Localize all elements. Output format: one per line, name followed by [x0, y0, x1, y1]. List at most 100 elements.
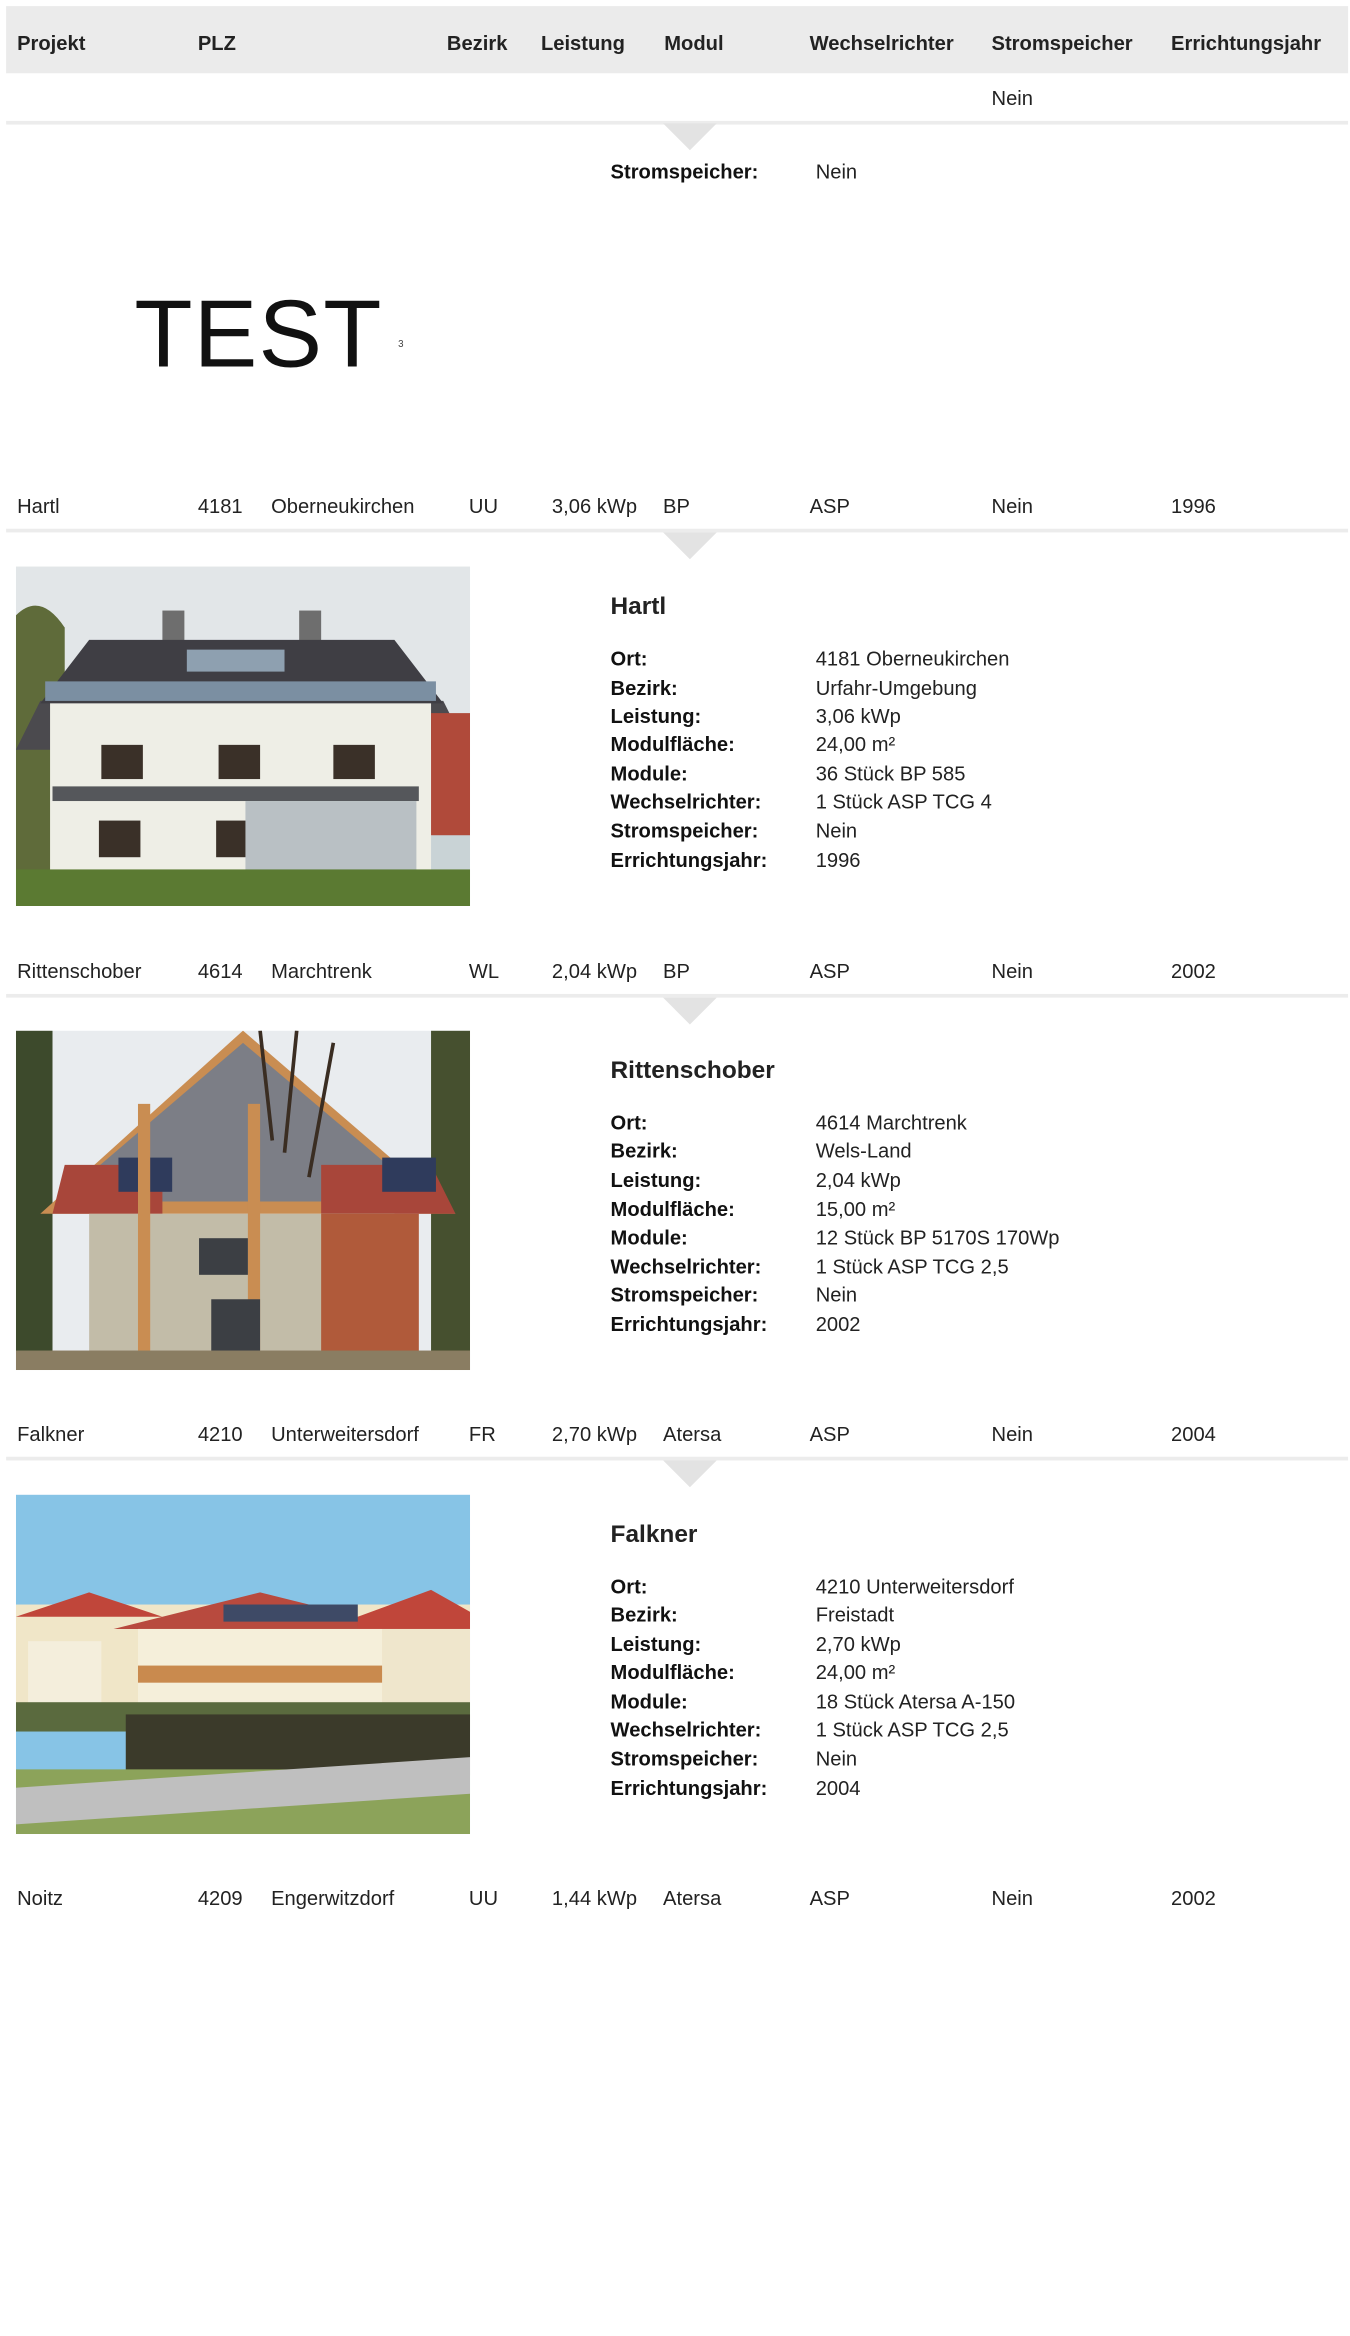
house-photo — [15, 1494, 471, 1835]
value-stromspeicher: Nein — [815, 161, 858, 184]
house-photo — [15, 1030, 471, 1371]
cell-stromspeicher: Nein — [991, 495, 1033, 518]
cell-bezirk: UU — [468, 1887, 499, 1910]
value-module: 36 Stück BP 585 — [815, 763, 966, 786]
label-errichtungsjahr: Errichtungsjahr: — [610, 1777, 768, 1800]
cell-bezirk: FR — [468, 1423, 496, 1446]
label-wechselrichter: Wechselrichter: — [610, 1256, 762, 1279]
col-stromspeicher[interactable]: Stromspeicher — [992, 33, 1133, 56]
label-errichtungsjahr: Errichtungsjahr: — [610, 1313, 768, 1336]
col-plz[interactable]: PLZ — [198, 33, 236, 56]
value-module: 18 Stück Atersa A-150 — [815, 1691, 1016, 1714]
value-stromspeicher: Nein — [815, 1748, 858, 1771]
cell-errichtungsjahr: 1996 — [1171, 495, 1216, 518]
col-bezirk[interactable]: Bezirk — [447, 33, 507, 56]
label-wechselrichter: Wechselrichter: — [610, 791, 762, 814]
cell-wechselrichter: ASP — [809, 1887, 850, 1910]
expand-indicator — [663, 1460, 717, 1488]
cell-plz: 4614 — [197, 961, 243, 983]
value-wechselrichter: 1 Stück ASP TCG 2,5 — [815, 1256, 1009, 1279]
cell-wechselrichter: ASP — [809, 1423, 850, 1446]
label-leistung: Leistung: — [610, 1169, 702, 1192]
cell-ort: Unterweitersdorf — [271, 1423, 419, 1446]
label-stromspeicher: Stromspeicher: — [610, 820, 759, 843]
value-ort: 4210 Unterweitersdorf — [815, 1576, 1014, 1599]
value-errichtungsjahr: 2004 — [815, 1777, 861, 1800]
label-ort: Ort: — [610, 1112, 648, 1135]
cell-errichtungsjahr: 2002 — [1171, 1887, 1216, 1910]
table-header: Projekt PLZ Bezirk Leistung Modul Wechse… — [6, 6, 1349, 74]
label-module: Module: — [610, 1691, 688, 1714]
cell-modul: BP — [663, 495, 690, 518]
cell-ort: Oberneukirchen — [271, 495, 415, 518]
cell-plz: 4210 — [197, 1423, 243, 1446]
expand-indicator — [663, 997, 717, 1025]
label-wechselrichter: Wechselrichter: — [610, 1719, 762, 1742]
value-stromspeicher: Nein — [815, 1284, 858, 1307]
cell-ort: Marchtrenk — [271, 961, 372, 983]
col-leistung[interactable]: Leistung — [541, 33, 625, 56]
detail-title: Rittenschober — [610, 1057, 775, 1085]
cell-projekt: Hartl — [17, 495, 60, 518]
label-module: Module: — [610, 763, 688, 786]
value-modulflaeche: 24,00 m² — [815, 733, 896, 756]
col-modul[interactable]: Modul — [664, 33, 723, 56]
label-modulflaeche: Modulfläche: — [610, 733, 735, 756]
house-photo — [15, 566, 471, 907]
label-stromspeicher: Stromspeicher: — [610, 161, 759, 184]
label-bezirk: Bezirk: — [610, 677, 678, 700]
value-errichtungsjahr: 2002 — [815, 1313, 861, 1336]
cell-leistung: 3,06 kWp — [551, 495, 638, 518]
value-leistung: 2,04 kWp — [815, 1169, 901, 1192]
label-leistung: Leistung: — [610, 705, 702, 728]
detail-title: Hartl — [610, 593, 667, 621]
label-modulflaeche: Modulfläche: — [610, 1199, 735, 1222]
value-bezirk: Freistadt — [815, 1604, 895, 1627]
label-module: Module: — [610, 1227, 688, 1250]
value-wechselrichter: 1 Stück ASP TCG 2,5 — [815, 1719, 1009, 1742]
value-errichtungsjahr: 1996 — [815, 849, 861, 872]
cell-stromspeicher: Nein — [991, 961, 1033, 983]
cell-errichtungsjahr: 2002 — [1171, 961, 1216, 983]
test-image-sup: 3 — [398, 338, 404, 350]
cell-errichtungsjahr: 2004 — [1171, 1423, 1216, 1446]
cell-stromspeicher: Nein — [991, 1423, 1033, 1446]
cell-modul: Atersa — [663, 1887, 722, 1910]
label-leistung: Leistung: — [610, 1633, 702, 1656]
col-wechselrichter[interactable]: Wechselrichter — [810, 33, 954, 56]
expand-indicator — [663, 532, 717, 560]
cell-wechselrichter: ASP — [809, 495, 850, 518]
expand-indicator — [663, 123, 717, 151]
label-stromspeicher: Stromspeicher: — [610, 1748, 759, 1771]
cell-projekt: Rittenschober — [17, 961, 142, 983]
value-leistung: 2,70 kWp — [815, 1633, 901, 1656]
cell-plz: 4209 — [197, 1887, 243, 1910]
label-errichtungsjahr: Errichtungsjahr: — [610, 849, 768, 872]
col-errichtungsjahr[interactable]: Errichtungsjahr — [1171, 33, 1321, 56]
cell-modul: Atersa — [663, 1423, 722, 1446]
value-leistung: 3,06 kWp — [815, 705, 901, 728]
value-ort: 4181 Oberneukirchen — [815, 648, 1010, 671]
cell-leistung: 2,70 kWp — [551, 1423, 638, 1446]
value-modulflaeche: 15,00 m² — [815, 1199, 896, 1222]
cell-ort: Engerwitzdorf — [271, 1887, 395, 1910]
cell-leistung: 2,04 kWp — [551, 961, 638, 983]
cell-stromspeicher: Nein — [991, 87, 1033, 110]
cell-projekt: Noitz — [17, 1887, 64, 1910]
value-modulflaeche: 24,00 m² — [815, 1661, 896, 1684]
label-modulflaeche: Modulfläche: — [610, 1661, 735, 1684]
cell-plz: 4181 — [197, 495, 243, 518]
cell-projekt: Falkner — [17, 1423, 85, 1446]
label-bezirk: Bezirk: — [610, 1604, 678, 1627]
value-ort: 4614 Marchtrenk — [815, 1112, 967, 1135]
value-wechselrichter: 1 Stück ASP TCG 4 — [815, 791, 992, 814]
cell-modul: BP — [663, 961, 690, 983]
value-bezirk: Wels-Land — [815, 1140, 912, 1163]
label-ort: Ort: — [610, 648, 648, 671]
value-stromspeicher: Nein — [815, 820, 858, 843]
cell-bezirk: WL — [468, 961, 500, 983]
cell-leistung: 1,44 kWp — [551, 1887, 638, 1910]
label-ort: Ort: — [610, 1576, 648, 1599]
col-projekt[interactable]: Projekt — [17, 33, 85, 56]
value-bezirk: Urfahr-Umgebung — [815, 677, 977, 700]
